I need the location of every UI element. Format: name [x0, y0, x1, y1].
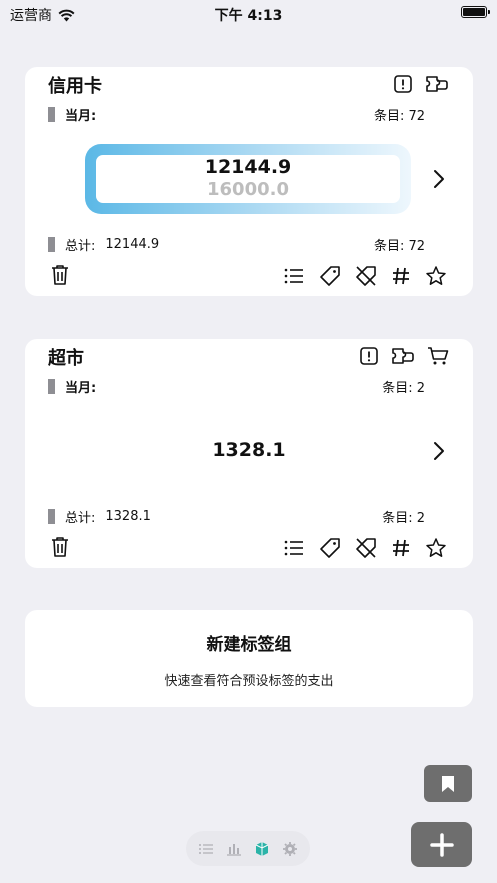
puzzle-icon[interactable]: [425, 74, 449, 94]
tab-settings-icon[interactable]: [282, 841, 298, 857]
tag-group-card-credit[interactable]: 信用卡 当月: 条目: 72 12144.9 16000.0 总计: 12144.…: [25, 67, 473, 296]
chevron-right-icon[interactable]: [433, 169, 445, 189]
status-bar: 运营商 下午 4:13: [0, 0, 497, 28]
new-tag-group-card[interactable]: 新建标签组 快速查看符合预设标签的支出: [25, 610, 473, 707]
puzzle-icon[interactable]: [391, 346, 415, 366]
alert-icon[interactable]: [393, 74, 413, 94]
battery-icon: [461, 6, 490, 18]
list-icon[interactable]: [283, 266, 305, 286]
bookmark-icon: [442, 775, 454, 792]
month-label: 当月:: [65, 109, 97, 124]
month-marker: [48, 107, 55, 122]
hashtag-icon[interactable]: [391, 538, 411, 558]
total-count: 条目: 72: [373, 239, 425, 254]
total-count: 条目: 2: [382, 511, 425, 526]
group-title: 超市: [48, 348, 84, 369]
group-title: 信用卡: [48, 76, 102, 97]
total-row: 总计: 1328.1 条目: 2: [48, 507, 425, 526]
month-count: 条目: 72: [373, 109, 425, 124]
spent-value[interactable]: 1328.1: [25, 439, 473, 461]
tag-off-icon[interactable]: [355, 265, 377, 287]
tab-tag-group-icon[interactable]: [254, 841, 270, 857]
month-count: 条目: 2: [382, 381, 425, 396]
add-button[interactable]: [411, 822, 472, 867]
tab-bar: [186, 831, 310, 866]
month-marker: [48, 379, 55, 394]
tab-chart-icon[interactable]: [226, 842, 242, 856]
spent-value: 12144.9: [204, 156, 292, 178]
total-value: 12144.9: [105, 237, 160, 252]
hashtag-icon[interactable]: [391, 266, 411, 286]
month-row: 当月: 条目: 72: [48, 105, 425, 124]
chevron-right-icon[interactable]: [433, 441, 445, 461]
month-row: 当月: 条目: 2: [48, 377, 425, 396]
bookmark-button[interactable]: [424, 765, 472, 802]
budget-gauge[interactable]: 12144.9 16000.0: [85, 144, 411, 214]
tag-icon[interactable]: [319, 265, 341, 287]
new-group-subtitle: 快速查看符合预设标签的支出: [164, 674, 334, 689]
list-icon[interactable]: [283, 538, 305, 558]
total-label: 总计:: [65, 239, 96, 254]
total-label: 总计:: [65, 511, 96, 526]
alert-icon[interactable]: [359, 346, 379, 366]
star-icon[interactable]: [425, 265, 447, 287]
tab-list-icon[interactable]: [198, 842, 214, 856]
star-icon[interactable]: [425, 537, 447, 559]
trash-icon[interactable]: [51, 264, 69, 286]
total-marker: [48, 509, 55, 524]
budget-value: 16000.0: [207, 179, 289, 200]
month-label: 当月:: [65, 381, 97, 396]
plus-icon: [429, 832, 454, 857]
total-row: 总计: 12144.9 条目: 72: [48, 235, 425, 254]
status-time: 下午 4:13: [214, 8, 283, 24]
cart-icon[interactable]: [427, 346, 449, 366]
tag-off-icon[interactable]: [355, 537, 377, 559]
tag-group-card-supermarket[interactable]: 超市 当月: 条目: 2 1328.1 总计: 1328.1 条目: 2: [25, 339, 473, 568]
total-marker: [48, 237, 55, 252]
trash-icon[interactable]: [51, 536, 69, 558]
tag-icon[interactable]: [319, 537, 341, 559]
total-value: 1328.1: [105, 509, 151, 524]
new-group-title: 新建标签组: [206, 635, 292, 655]
